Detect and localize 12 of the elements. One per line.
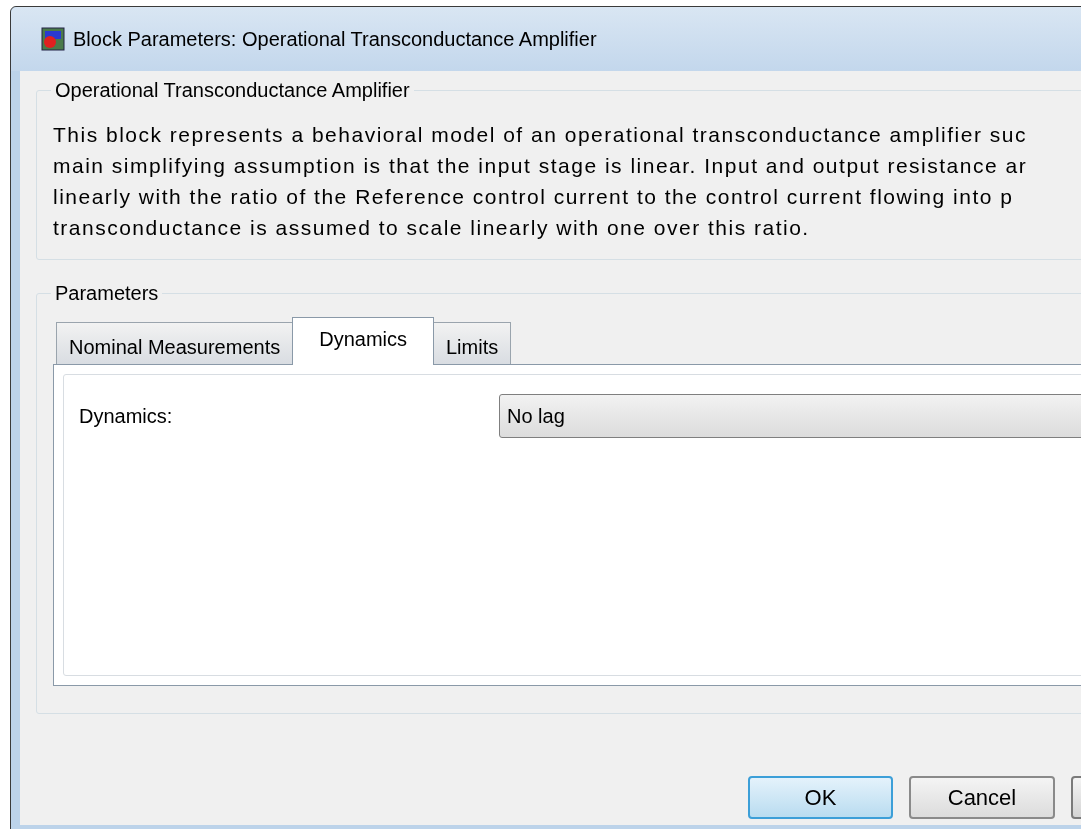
dialog-button[interactable]: Cancel <box>909 776 1055 819</box>
window-title: Block Parameters: Operational Transconductance Amplifier <box>73 27 597 52</box>
group-title: Operational Transconductance Amplifier <box>54 78 411 103</box>
dropdown[interactable]: No lag <box>499 394 1081 438</box>
field-label: Dynamics: <box>79 404 174 429</box>
group-title: Parameters <box>54 281 160 306</box>
tab[interactable]: Limits <box>433 322 512 364</box>
tab[interactable]: Nominal Measurements <box>56 322 294 364</box>
block-diagram-icon <box>41 27 65 51</box>
tab[interactable]: Dynamics <box>292 317 434 365</box>
dialog-button[interactable]: OK <box>748 776 893 819</box>
description-text: This block represents a behavioral model of an operational transconductance amplifier suc main simplifying assumption is that the input stage is linear. Input and output resistance ar linearly with the ratio of the Reference control current to the control current flowing into p transconductance is assumed to scale linearly with one over this ratio. <box>53 122 1029 241</box>
